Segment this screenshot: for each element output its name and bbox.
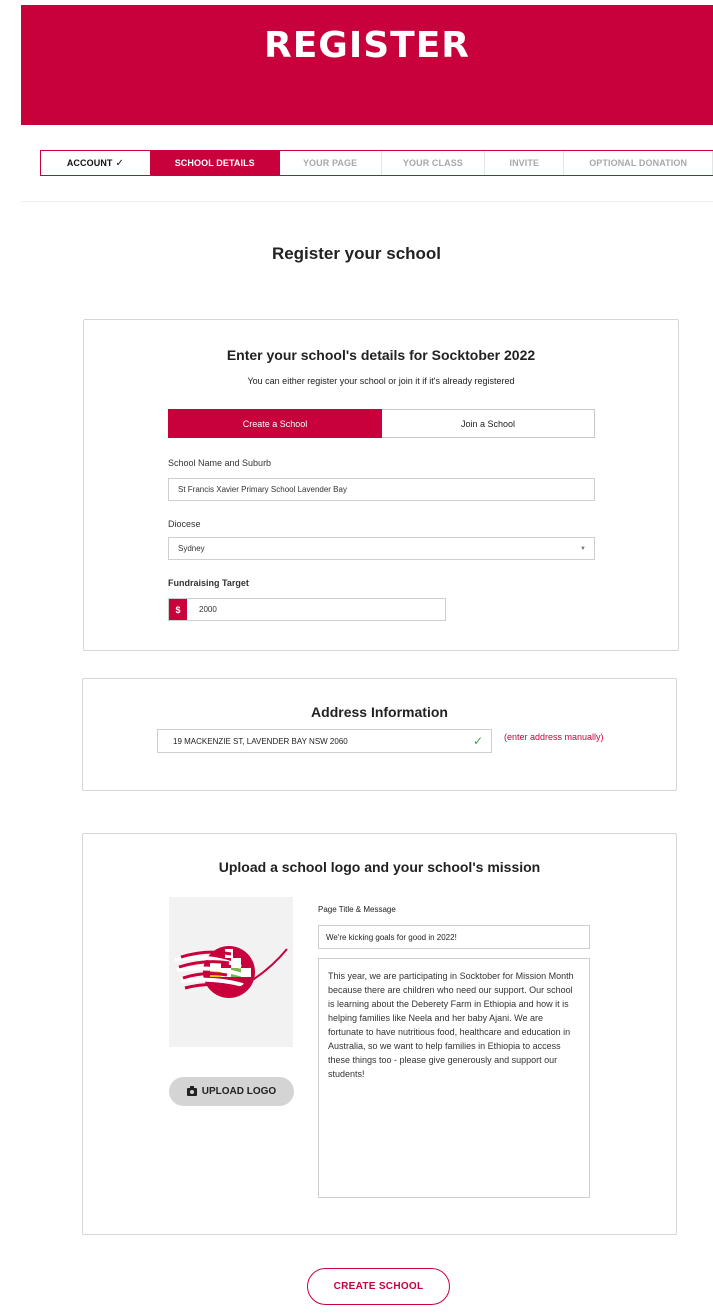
create-school-tab[interactable]: Create a School (168, 409, 382, 438)
school-details-title: Enter your school's details for Socktobe… (226, 347, 536, 363)
create-school-button[interactable]: CREATE SCHOOL (307, 1268, 450, 1305)
upload-logo-button[interactable]: UPLOAD LOGO (169, 1077, 294, 1106)
mission-title: Upload a school logo and your school's m… (218, 859, 541, 875)
message-value: This year, we are participating in Sockt… (328, 971, 574, 1079)
school-logo-preview (169, 897, 293, 1047)
step-label: OPTIONAL DONATION (589, 158, 688, 168)
check-icon: ✓ (472, 734, 483, 748)
camera-icon (186, 1085, 197, 1096)
school-name-input[interactable]: St Francis Xavier Primary School Lavende… (168, 478, 595, 501)
upload-logo-label: UPLOAD LOGO (201, 1086, 277, 1097)
step-label: INVITE (509, 158, 540, 168)
step-invite[interactable]: INVITE (485, 151, 565, 175)
fundraising-target-label: Fundraising Target (168, 578, 249, 588)
page-title-label: Page Title & Message (318, 905, 396, 914)
step-label: YOUR PAGE (302, 158, 358, 168)
step-label: YOUR CLASS (402, 158, 463, 168)
address-card: Address Information 19 MACKENZIE ST, LAV… (82, 678, 677, 791)
mission-card: Upload a school logo and your school's m… (82, 833, 677, 1235)
join-school-tab[interactable]: Join a School (382, 410, 594, 437)
address-value: 19 MACKENZIE ST, LAVENDER BAY NSW 2060 (173, 736, 348, 746)
message-textarea[interactable]: This year, we are participating in Sockt… (318, 958, 590, 1198)
diocese-value: Sydney (178, 544, 205, 553)
page-title-input[interactable]: We're kicking goals for good in 2022! (318, 925, 590, 949)
check-icon: ✓ (115, 157, 125, 169)
registration-steps: ACCOUNT ✓ SCHOOL DETAILS YOUR PAGE YOUR … (40, 150, 713, 176)
divider (21, 201, 713, 202)
step-school-details[interactable]: SCHOOL DETAILS (149, 151, 280, 175)
globe-logo-icon (174, 946, 288, 998)
school-details-subtitle: You can either register your school or j… (247, 376, 515, 386)
step-label: ACCOUNT (66, 158, 113, 168)
fundraising-target-value: 2000 (199, 605, 217, 614)
step-your-page[interactable]: YOUR PAGE (280, 151, 382, 175)
dollar-icon: $ (169, 599, 187, 620)
page-header: REGISTER (21, 5, 713, 125)
create-join-toggle: Create a School Join a School (168, 409, 595, 438)
school-name-label: School Name and Suburb (168, 458, 272, 468)
diocese-select[interactable]: Sydney ▼ (168, 537, 595, 560)
header-title: REGISTER (263, 24, 471, 66)
step-optional-donation[interactable]: OPTIONAL DONATION (564, 151, 713, 175)
school-name-value: St Francis Xavier Primary School Lavende… (178, 485, 347, 494)
step-your-class[interactable]: YOUR CLASS (382, 151, 486, 175)
step-label: SCHOOL DETAILS (174, 158, 255, 168)
enter-address-manually-link[interactable]: (enter address manually) (504, 730, 614, 744)
page-title: Register your school (271, 244, 442, 263)
diocese-label: Diocese (168, 519, 201, 529)
chevron-down-icon: ▼ (580, 546, 586, 552)
address-title: Address Information (311, 704, 448, 720)
fundraising-target-input[interactable]: $ 2000 (168, 598, 446, 621)
page-title-value: We're kicking goals for good in 2022! (326, 932, 457, 942)
address-input[interactable]: 19 MACKENZIE ST, LAVENDER BAY NSW 2060 ✓ (157, 729, 492, 753)
step-account[interactable]: ACCOUNT ✓ (41, 151, 150, 175)
school-details-card: Enter your school's details for Socktobe… (83, 319, 679, 651)
